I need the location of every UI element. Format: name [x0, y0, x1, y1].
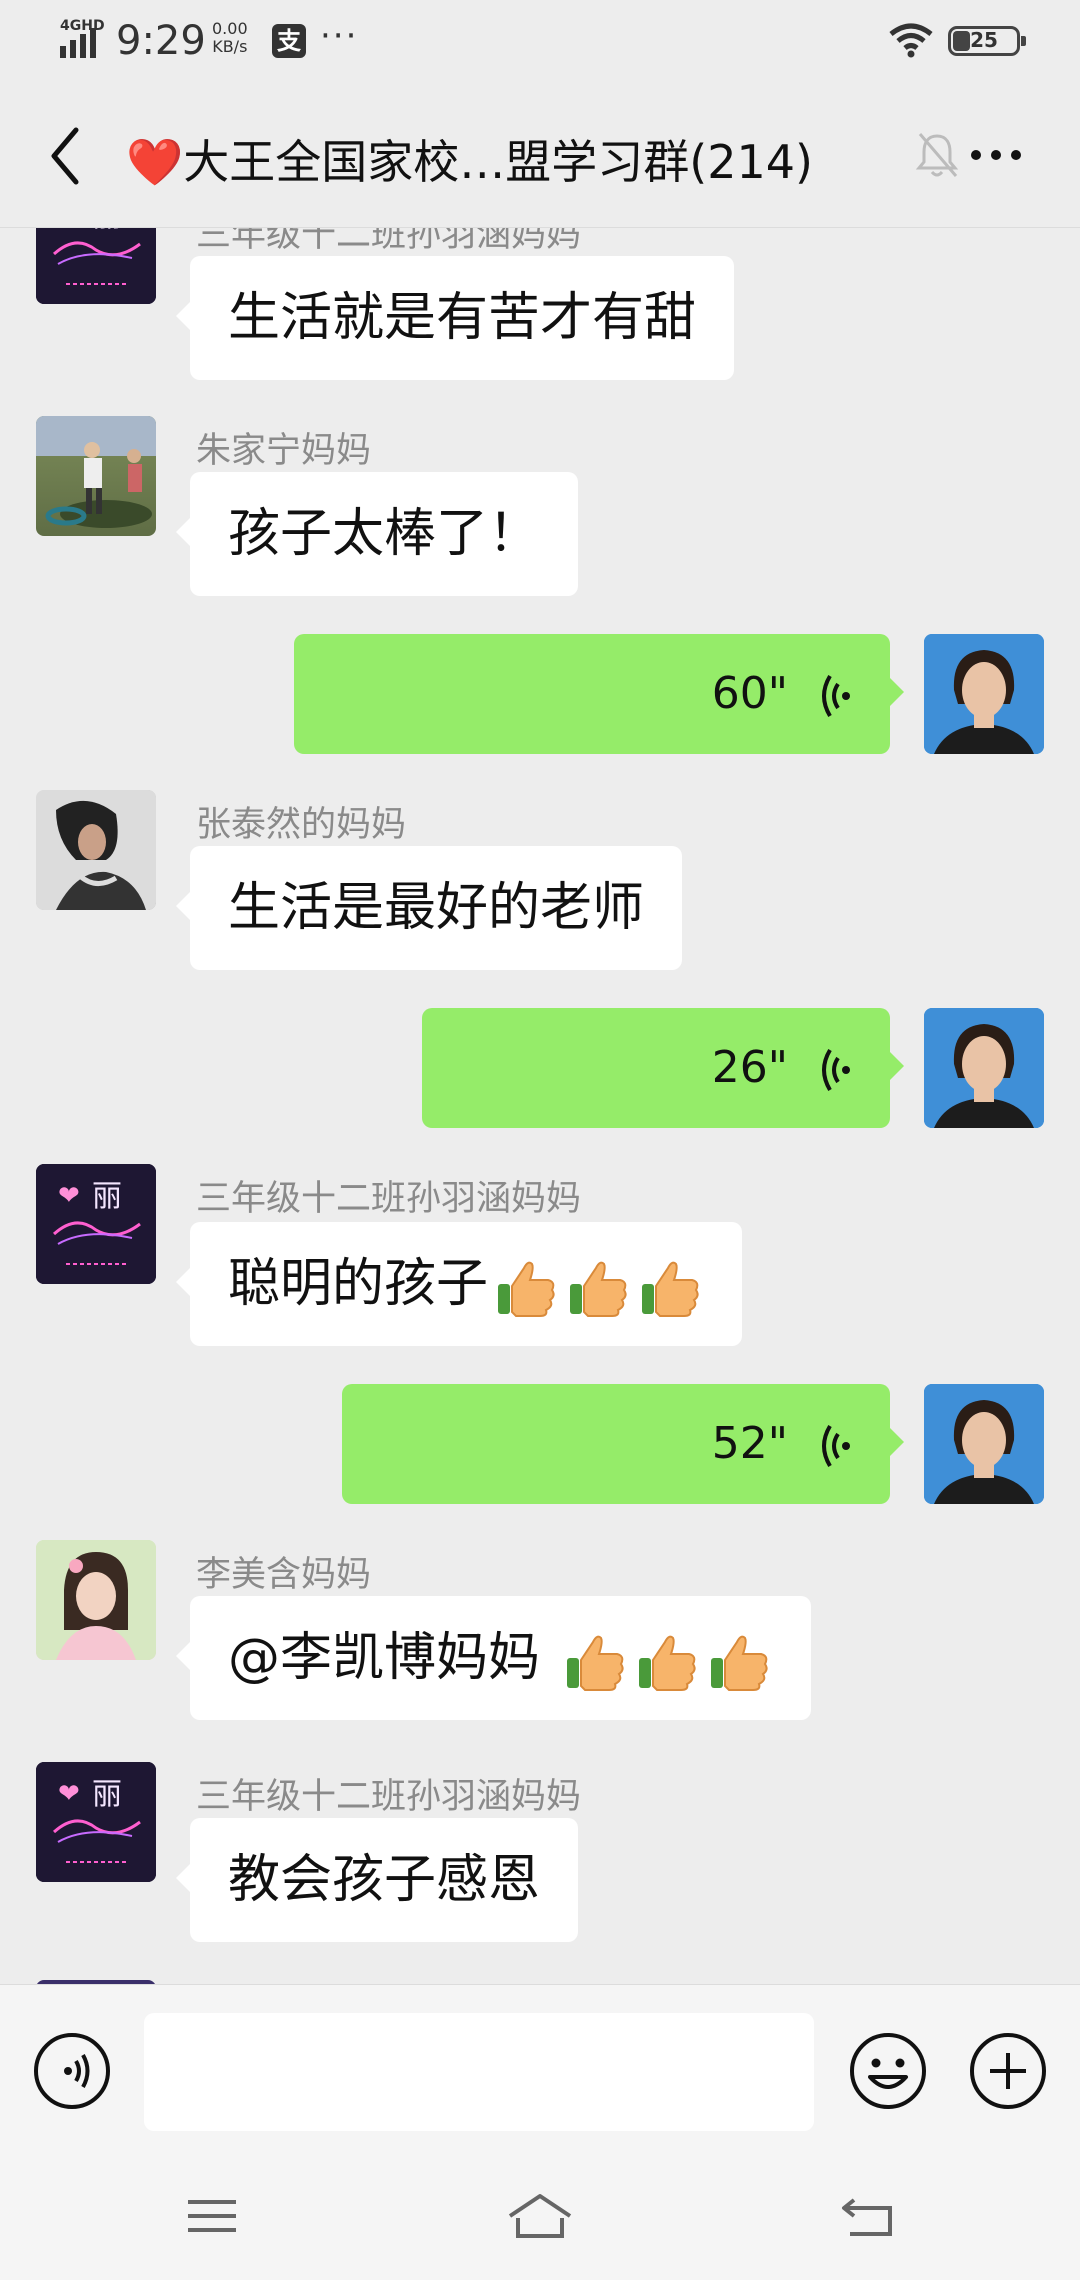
voice-duration: 52"	[711, 1418, 788, 1469]
system-nav-bar	[0, 2152, 1080, 2280]
text-message-bubble[interactable]: 生活是最好的老师	[175, 846, 683, 970]
home-icon[interactable]	[504, 2192, 576, 2240]
battery-tip	[1021, 36, 1026, 46]
battery-icon: 25	[948, 26, 1026, 56]
thumbs-up-icon	[710, 1635, 768, 1691]
self-avatar[interactable]	[924, 1384, 1044, 1504]
thumbs-up-group	[488, 1254, 704, 1317]
neon-avatar[interactable]: ❤丽	[36, 1164, 156, 1284]
voice-message-bubble[interactable]: 52"	[342, 1384, 904, 1504]
input-bar	[0, 1984, 1080, 2152]
thumbs-up-group	[557, 1628, 773, 1691]
girl-avatar[interactable]	[36, 1540, 156, 1660]
chat-header: ❤️大王全国家校…盟学习群(214)	[0, 80, 1080, 228]
thumbs-up-icon	[570, 1261, 627, 1317]
wifi-icon	[889, 23, 933, 58]
clock: 9:29	[116, 18, 206, 64]
voice-message-bubble[interactable]: 26"	[422, 1008, 904, 1128]
message-text: 聪明的孩子	[228, 1254, 489, 1314]
portrait-icon	[36, 790, 156, 910]
text-message-bubble[interactable]: 生活就是有苦才有甜	[175, 256, 735, 380]
chat-title[interactable]: ❤️大王全国家校…盟学习群(214)	[126, 126, 886, 192]
thumbs-up-icon	[638, 1635, 696, 1691]
muted-bell-icon	[915, 133, 959, 177]
svg-text:❤: ❤	[58, 228, 80, 231]
thumbs-up-icon	[498, 1261, 555, 1317]
svg-text:丽: 丽	[92, 1179, 122, 1214]
text-message-bubble[interactable]: @李凯博妈妈	[176, 1596, 811, 1720]
signal-strength-icon	[60, 28, 96, 58]
wechat-group-chat-screen: 4GHD 9:29 0.00 KB/s 支 ··· 25 ❤️大王全国家校…盟学…	[0, 0, 1080, 2280]
sender-name: 三年级十二班孙羽涵妈妈	[196, 1179, 582, 1219]
sender-name: 三年级十二班孙羽涵妈妈	[196, 1777, 582, 1817]
message-text: @李凯博妈妈	[228, 1628, 557, 1688]
network-speed-unit: KB/s	[212, 37, 248, 56]
back-nav-icon[interactable]	[840, 2194, 896, 2238]
sender-name: 朱家宁妈妈	[196, 431, 372, 471]
sender-name: 张泰然的妈妈	[196, 805, 407, 845]
text-message-bubble[interactable]: 聪明的孩子	[175, 1222, 743, 1346]
voice-message-bubble[interactable]: 60"	[294, 634, 904, 754]
emoji-icon[interactable]	[848, 2031, 928, 2111]
svg-text:❤: ❤	[58, 1779, 80, 1809]
network-speed-value: 0.00	[212, 19, 248, 38]
outdoor-avatar[interactable]	[36, 416, 156, 536]
self-avatar[interactable]	[924, 1008, 1044, 1128]
portrait-icon	[36, 1540, 156, 1660]
voice-duration: 60"	[711, 668, 788, 719]
woman-avatar[interactable]	[36, 790, 156, 910]
voice-input-icon[interactable]	[32, 2031, 112, 2111]
svg-text:丽: 丽	[92, 228, 122, 234]
network-speed: 0.00 KB/s	[212, 20, 248, 56]
more-options-icon[interactable]	[960, 128, 1030, 182]
neon-avatar[interactable]: ❤丽	[36, 1762, 156, 1882]
recent-apps-icon[interactable]	[186, 2196, 238, 2236]
voice-wave-icon	[822, 1424, 850, 1468]
text-message-bubble[interactable]: 孩子太棒了！	[175, 472, 579, 596]
voice-wave-icon	[822, 1048, 850, 1092]
sender-name: 三年级十二班孙羽涵妈妈	[196, 228, 582, 255]
neon-avatar[interactable]: ❤丽	[36, 228, 156, 304]
message-input[interactable]	[144, 2013, 814, 2131]
more-notifications-icon: ···	[320, 16, 359, 56]
voice-wave-icon	[822, 674, 850, 718]
outdoor-scene-icon	[36, 416, 156, 528]
text-message-bubble[interactable]: 教会孩子感恩	[175, 1818, 579, 1942]
plus-icon[interactable]	[968, 2031, 1048, 2111]
voice-duration: 26"	[711, 1042, 788, 1093]
alipay-notification-icon: 支	[272, 24, 306, 58]
svg-text:丽: 丽	[92, 1777, 122, 1812]
thumbs-up-icon	[642, 1261, 699, 1317]
message-list[interactable]: ❤丽 三年级十二班孙羽涵妈妈 生活就是有苦才有甜 朱家宁妈妈 孩子太棒了！ 60…	[0, 228, 1080, 1984]
sender-name: 李美含妈妈	[196, 1555, 372, 1595]
back-arrow-icon[interactable]	[36, 116, 96, 196]
svg-text:❤: ❤	[58, 1181, 80, 1211]
self-avatar[interactable]	[924, 634, 1044, 754]
status-bar: 4GHD 9:29 0.00 KB/s 支 ··· 25	[0, 0, 1080, 80]
thumbs-up-icon	[566, 1635, 624, 1691]
battery-percent: 25	[970, 28, 998, 52]
